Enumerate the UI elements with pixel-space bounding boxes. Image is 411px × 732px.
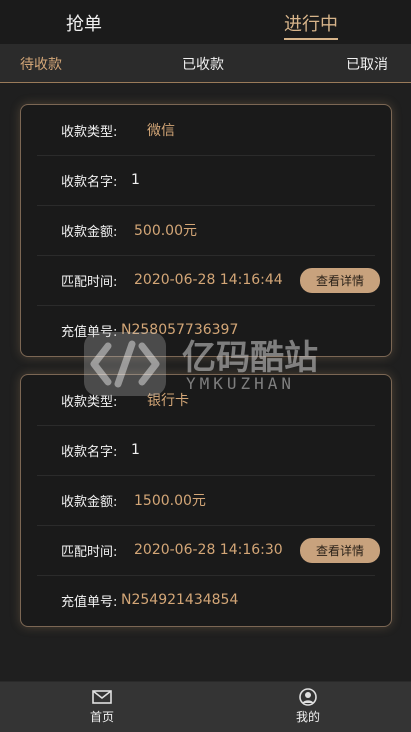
payee-name-label: 收款名字: <box>61 174 118 190</box>
amount-label: 收款金额: <box>61 224 118 240</box>
row-payment-type: 收款类型: 微信 <box>37 105 375 156</box>
row-payee-name: 收款名字: 1 <box>37 155 375 206</box>
amount-value: 1500.00元 <box>134 493 206 509</box>
view-details-button[interactable]: 查看详情 <box>300 537 380 563</box>
row-amount: 收款金额: 1500.00元 <box>37 475 375 526</box>
nav-home-label: 首页 <box>89 710 114 724</box>
match-time-label: 匹配时间: <box>61 544 118 560</box>
user-icon <box>299 688 317 706</box>
row-match-time: 匹配时间: 2020-06-28 14:16:44 查看详情 <box>37 255 380 306</box>
amount-label: 收款金额: <box>61 494 118 510</box>
nav-home[interactable]: 首页 <box>72 688 132 725</box>
tab-grab-order[interactable]: 抢单 <box>66 10 102 36</box>
row-payment-type: 收款类型: 银行卡 <box>37 375 375 426</box>
subtab-received[interactable]: 已收款 <box>182 54 224 74</box>
match-time-value: 2020-06-28 14:16:44 <box>134 272 283 288</box>
payment-type-value: 银行卡 <box>147 393 189 409</box>
order-number-label: 充值单号: <box>61 594 118 610</box>
tab-in-progress[interactable]: 进行中 <box>284 10 338 40</box>
nav-me-label: 我的 <box>295 710 320 724</box>
nav-me[interactable]: 我的 <box>278 688 338 725</box>
subtab-pending[interactable]: 待收款 <box>20 54 62 74</box>
top-tab-bar: 抢单 进行中 <box>0 0 411 44</box>
order-number-value: N258057736397 <box>121 322 239 338</box>
payment-type-value: 微信 <box>147 123 175 139</box>
match-time-label: 匹配时间: <box>61 274 118 290</box>
tab-in-progress-underline <box>284 38 338 40</box>
subtab-cancelled[interactable]: 已取消 <box>346 54 388 74</box>
payment-type-label: 收款类型: <box>61 394 118 410</box>
row-order-number: 充值单号: N254921434854 <box>37 575 375 625</box>
row-match-time: 匹配时间: 2020-06-28 14:16:30 查看详情 <box>37 525 380 576</box>
tab-in-progress-label: 进行中 <box>284 14 338 35</box>
payee-name-value: 1 <box>131 172 140 188</box>
view-details-button[interactable]: 查看详情 <box>300 267 380 293</box>
order-card-2: 收款类型: 银行卡 收款名字: 1 收款金额: 1500.00元 匹配时间: 2… <box>20 374 392 627</box>
row-payee-name: 收款名字: 1 <box>37 425 375 476</box>
amount-value: 500.00元 <box>134 223 197 239</box>
row-amount: 收款金额: 500.00元 <box>37 205 375 256</box>
payee-name-label: 收款名字: <box>61 444 118 460</box>
row-order-number: 充值单号: N258057736397 <box>37 305 375 355</box>
bottom-nav: 首页 我的 <box>0 681 411 732</box>
sub-tab-bar: 待收款 已收款 已取消 <box>0 44 411 83</box>
order-number-label: 充值单号: <box>61 324 118 340</box>
payee-name-value: 1 <box>131 442 140 458</box>
order-number-value: N254921434854 <box>121 592 239 608</box>
payment-type-label: 收款类型: <box>61 124 118 140</box>
mail-icon <box>92 690 112 704</box>
order-card-1: 收款类型: 微信 收款名字: 1 收款金额: 500.00元 匹配时间: 202… <box>20 104 392 357</box>
match-time-value: 2020-06-28 14:16:30 <box>134 542 283 558</box>
